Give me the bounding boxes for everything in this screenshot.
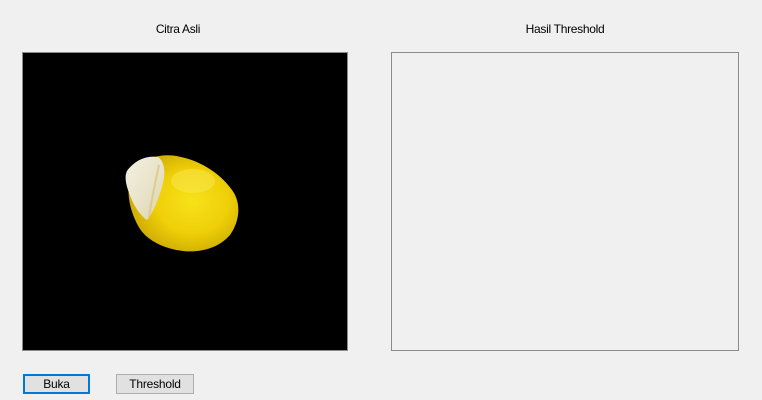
original-image-label: Citra Asli: [155, 22, 201, 36]
open-button[interactable]: Buka: [23, 374, 90, 394]
threshold-result-box: [391, 52, 739, 351]
threshold-button[interactable]: Threshold: [116, 374, 194, 394]
threshold-result-label: Hasil Threshold: [525, 22, 605, 36]
corn-kernel-image: [125, 155, 239, 252]
original-image-box: [22, 52, 348, 351]
